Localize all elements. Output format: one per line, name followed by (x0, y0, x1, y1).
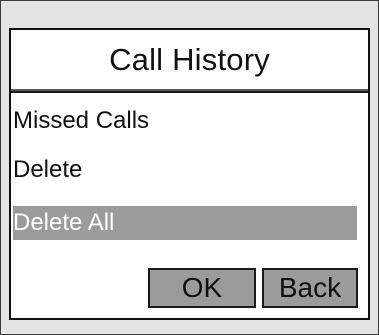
back-button[interactable]: Back (262, 268, 358, 308)
menu-item-delete-all[interactable]: Delete All (13, 206, 357, 240)
ok-button[interactable]: OK (148, 268, 256, 308)
menu-item-missed-calls[interactable]: Missed Calls (13, 104, 357, 138)
phone-screen: Call History Missed Calls Delete Delete … (9, 28, 370, 320)
title-divider (11, 89, 368, 93)
screen-title: Call History (109, 41, 270, 77)
menu-item-delete[interactable]: Delete (13, 153, 357, 187)
device-bezel: Call History Missed Calls Delete Delete … (0, 0, 379, 335)
